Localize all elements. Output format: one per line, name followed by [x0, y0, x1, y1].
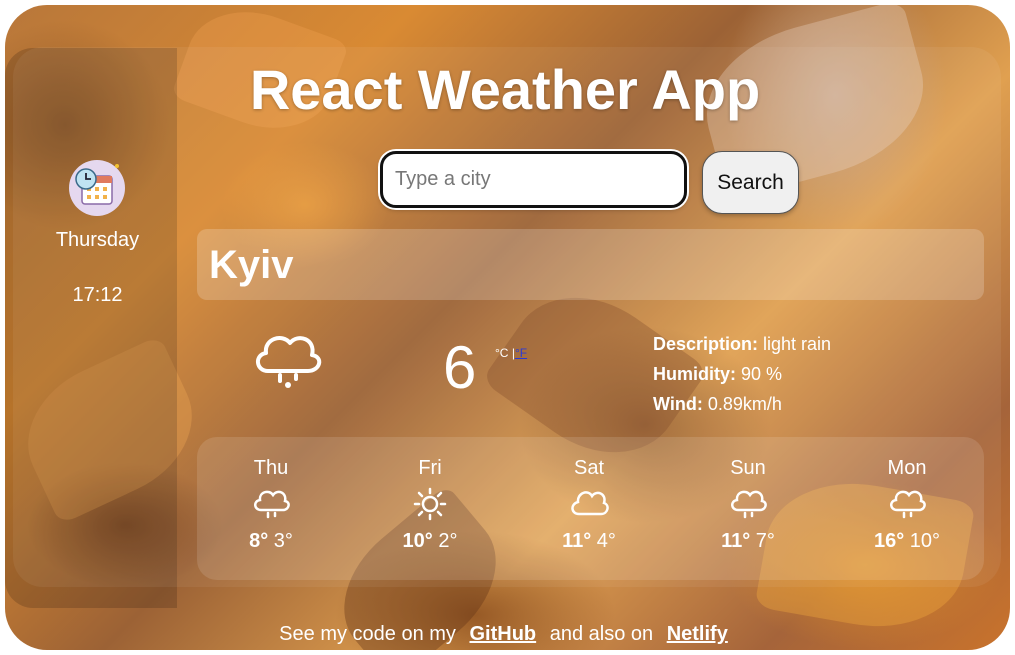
- unit-toggle: °C |°F: [495, 346, 527, 360]
- rain-cloud-icon: [731, 490, 767, 519]
- forecast-min: 3°: [273, 530, 293, 552]
- description-row: Description: light rain: [653, 329, 831, 359]
- current-time: 17:12: [72, 284, 123, 306]
- calendar-clock-icon: [69, 160, 125, 216]
- forecast-temps: 11° 4°: [539, 530, 639, 553]
- forecast-day-name: Sat: [573, 457, 605, 479]
- forecast-day-name: Thu: [253, 457, 289, 479]
- city-name: Kyiv: [209, 243, 294, 287]
- description-label: Description:: [653, 334, 759, 354]
- forecast-min: 2°: [438, 530, 458, 552]
- current-temperature: 6: [443, 334, 477, 401]
- forecast-day-name: Mon: [887, 457, 927, 479]
- humidity-row: Humidity: 90 %: [653, 359, 831, 389]
- city-search-input[interactable]: [380, 151, 687, 208]
- wind-label: Wind:: [653, 394, 703, 414]
- forecast-day-name: Fri: [418, 457, 442, 479]
- forecast-min: 10°: [909, 530, 941, 552]
- forecast-min: 4°: [596, 530, 616, 552]
- rain-cloud-icon: [250, 327, 326, 396]
- humidity-label: Humidity:: [653, 364, 736, 384]
- footer-text: See my code on my: [279, 623, 456, 645]
- forecast-day: Fri 10° 2°: [380, 457, 480, 553]
- forecast-max: 8°: [249, 530, 269, 552]
- city-header: [197, 229, 984, 300]
- forecast-day-name: Sun: [730, 457, 766, 479]
- netlify-link[interactable]: Netlify: [667, 623, 728, 645]
- app-container: React Weather App Thursday 17:12 Search …: [5, 5, 1010, 650]
- rain-cloud-icon: [890, 490, 926, 519]
- forecast-day: Sun 11° 7°: [698, 457, 798, 553]
- forecast-temps: 16° 10°: [857, 530, 957, 553]
- forecast-min: 7°: [755, 530, 775, 552]
- forecast-day: Thu 8° 3°: [221, 457, 321, 553]
- forecast-temps: 11° 7°: [698, 530, 798, 553]
- forecast-day: Sat 11° 4°: [539, 457, 639, 553]
- fahrenheit-link[interactable]: °F: [515, 346, 527, 360]
- celsius-unit: °C: [495, 346, 509, 360]
- forecast-max: 10°: [402, 530, 433, 552]
- cloud-icon: [571, 491, 609, 516]
- search-button[interactable]: Search: [702, 151, 799, 214]
- forecast-max: 11°: [721, 530, 751, 552]
- forecast-day: Mon 16° 10°: [857, 457, 957, 553]
- wind-value: 0.89km/h: [707, 394, 782, 414]
- description-value: light rain: [763, 334, 832, 354]
- forecast-max: 11°: [562, 530, 592, 552]
- footer-text: and also on: [549, 623, 654, 645]
- rain-cloud-icon: [254, 490, 290, 519]
- forecast-temps: 10° 2°: [380, 530, 480, 553]
- github-link[interactable]: GitHub: [469, 623, 536, 645]
- footer: See my code on my GitHub and also on Net…: [5, 623, 1010, 646]
- sun-icon: [413, 487, 447, 521]
- current-day: Thursday: [55, 229, 140, 251]
- forecast-max: 16°: [873, 530, 905, 552]
- app-title: React Weather App: [249, 58, 761, 121]
- weather-details: Description: light rain Humidity: 90 % W…: [653, 329, 831, 419]
- wind-row: Wind: 0.89km/h: [653, 389, 831, 419]
- humidity-value: 90 %: [741, 364, 783, 384]
- forecast-temps: 8° 3°: [221, 530, 321, 553]
